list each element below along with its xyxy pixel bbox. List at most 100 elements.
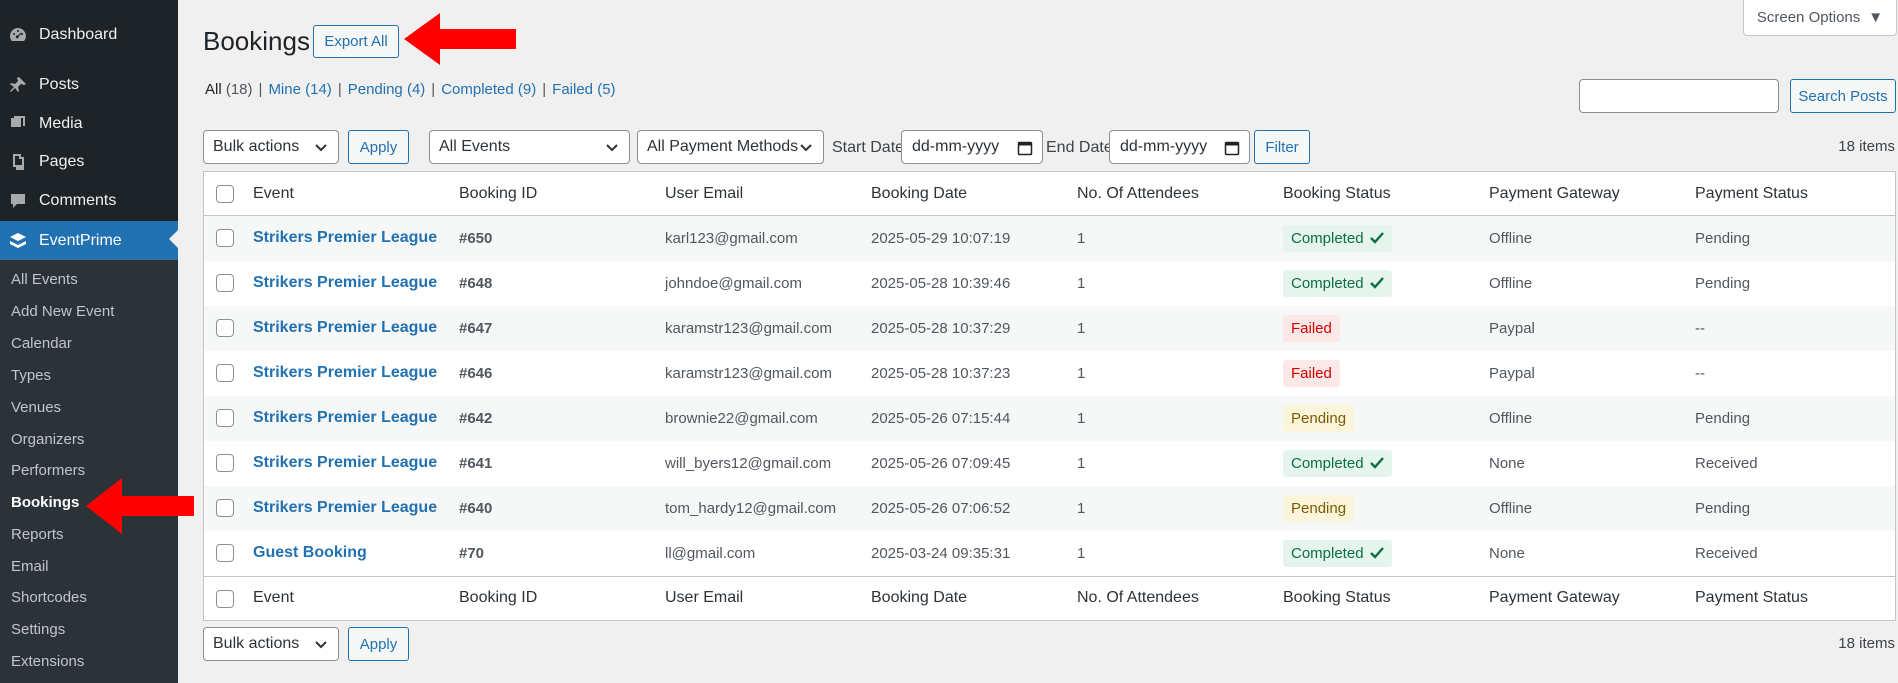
date-placeholder: dd-mm-yyyy: [912, 138, 1000, 155]
row-checkbox[interactable]: [216, 274, 234, 292]
col-user-email[interactable]: User Email: [665, 577, 743, 619]
view-all[interactable]: All (18): [205, 81, 253, 98]
col-payment-status[interactable]: Payment Status: [1695, 577, 1808, 619]
attendees: 1: [1077, 409, 1086, 427]
submenu-extensions[interactable]: Extensions: [11, 651, 84, 673]
menu-item-dashboard[interactable]: Dashboard: [0, 17, 178, 53]
user-email: karl123@gmail.com: [665, 229, 798, 247]
event-link[interactable]: Strikers Premier League: [253, 319, 437, 337]
search-posts-button[interactable]: Search Posts: [1790, 79, 1896, 113]
select-value: All Payment Methods: [647, 138, 799, 155]
menu-item-comments[interactable]: Comments: [0, 183, 178, 219]
select-all-checkbox[interactable]: [216, 590, 234, 608]
col-payment-status[interactable]: Payment Status: [1695, 172, 1808, 215]
row-checkbox[interactable]: [216, 409, 234, 427]
table-row: Guest Booking #70 ll@gmail.com 2025-03-2…: [204, 531, 1895, 576]
event-link[interactable]: Strikers Premier League: [253, 274, 437, 292]
menu-item-eventprime[interactable]: EventPrime: [0, 221, 178, 260]
submenu-venues[interactable]: Venues: [11, 397, 61, 419]
event-link[interactable]: Strikers Premier League: [253, 229, 437, 247]
col-booking-date[interactable]: Booking Date: [871, 577, 967, 619]
user-email: karamstr123@gmail.com: [665, 319, 832, 337]
menu-label: Comments: [39, 192, 117, 209]
col-payment-gateway[interactable]: Payment Gateway: [1489, 172, 1620, 215]
status-badge: Completed: [1283, 539, 1392, 567]
search-input[interactable]: [1579, 79, 1779, 113]
submenu-types[interactable]: Types: [11, 365, 51, 387]
menu-item-posts[interactable]: Posts: [0, 67, 178, 103]
submenu-bookings[interactable]: Bookings: [11, 492, 79, 514]
eventprime-submenu: All Events Add New Event Calendar Types …: [0, 260, 178, 683]
event-link[interactable]: Strikers Premier League: [253, 454, 437, 472]
event-link[interactable]: Guest Booking: [253, 544, 367, 562]
menu-item-media[interactable]: Media: [0, 106, 178, 142]
submenu-calendar[interactable]: Calendar: [11, 333, 72, 355]
col-event[interactable]: Event: [253, 577, 294, 619]
bulk-actions-select[interactable]: Bulk actions: [203, 130, 339, 164]
submenu-settings[interactable]: Settings: [11, 619, 65, 641]
col-booking-id[interactable]: Booking ID: [459, 577, 537, 619]
row-checkbox[interactable]: [216, 454, 234, 472]
menu-label: Pages: [39, 153, 85, 170]
row-checkbox[interactable]: [216, 499, 234, 517]
events-select[interactable]: All Events: [429, 130, 630, 164]
submenu-email[interactable]: Email: [11, 556, 49, 578]
screen-options-button[interactable]: Screen Options ▼: [1743, 0, 1897, 36]
table-header: Event Booking ID User Email Booking Date…: [204, 172, 1895, 216]
event-link[interactable]: Strikers Premier League: [253, 409, 437, 427]
user-email: ll@gmail.com: [665, 544, 756, 562]
status-badge: Failed: [1283, 314, 1340, 342]
end-date-input[interactable]: dd-mm-yyyy: [1109, 130, 1250, 164]
bulk-actions-select-bottom[interactable]: Bulk actions: [203, 627, 339, 661]
col-booking-id[interactable]: Booking ID: [459, 172, 537, 215]
col-payment-gateway[interactable]: Payment Gateway: [1489, 577, 1620, 619]
submenu-reports[interactable]: Reports: [11, 524, 64, 546]
col-booking-status[interactable]: Booking Status: [1283, 172, 1391, 215]
col-event[interactable]: Event: [253, 172, 294, 215]
menu-item-pages[interactable]: Pages: [0, 144, 178, 180]
payment-gateway: Offline: [1489, 274, 1533, 292]
submenu-organizers[interactable]: Organizers: [11, 429, 84, 451]
view-pending[interactable]: Pending (4): [348, 81, 426, 98]
payment-status: Pending: [1695, 499, 1751, 517]
menu-label: Dashboard: [39, 26, 118, 43]
booking-id: #646: [459, 364, 493, 382]
export-all-button[interactable]: Export All: [313, 25, 399, 58]
bookings-table: Event Booking ID User Email Booking Date…: [203, 171, 1896, 621]
attendees: 1: [1077, 544, 1086, 562]
submenu-shortcodes[interactable]: Shortcodes: [11, 587, 87, 609]
submenu-all-events[interactable]: All Events: [11, 269, 78, 291]
submenu-add-new-event[interactable]: Add New Event: [11, 301, 114, 323]
row-checkbox[interactable]: [216, 229, 234, 247]
view-mine[interactable]: Mine (14): [268, 81, 331, 98]
select-all-checkbox[interactable]: [216, 185, 234, 203]
apply-button[interactable]: Apply: [348, 130, 409, 164]
end-date-label: End Date: [1046, 139, 1113, 156]
col-booking-date[interactable]: Booking Date: [871, 172, 967, 215]
event-link[interactable]: Strikers Premier League: [253, 364, 437, 382]
row-checkbox[interactable]: [216, 364, 234, 382]
view-completed[interactable]: Completed (9): [441, 81, 536, 98]
apply-button-bottom[interactable]: Apply: [348, 627, 409, 661]
payment-methods-select[interactable]: All Payment Methods: [637, 130, 824, 164]
col-attendees[interactable]: No. Of Attendees: [1077, 577, 1199, 619]
col-attendees[interactable]: No. Of Attendees: [1077, 172, 1199, 215]
booking-date: 2025-05-28 10:37:23: [871, 364, 1011, 382]
event-link[interactable]: Strikers Premier League: [253, 499, 437, 517]
payment-gateway: Paypal: [1489, 364, 1535, 382]
row-checkbox[interactable]: [216, 319, 234, 337]
payment-gateway: Offline: [1489, 229, 1533, 247]
filter-button[interactable]: Filter: [1254, 130, 1310, 164]
payment-gateway: Paypal: [1489, 319, 1535, 337]
booking-id: #642: [459, 409, 493, 427]
start-date-input[interactable]: dd-mm-yyyy: [901, 130, 1043, 164]
view-failed[interactable]: Failed (5): [552, 81, 615, 98]
comment-icon: [8, 191, 28, 211]
booking-date: 2025-05-26 07:15:44: [871, 409, 1011, 427]
col-booking-status[interactable]: Booking Status: [1283, 577, 1391, 619]
submenu-performers[interactable]: Performers: [11, 460, 85, 482]
col-user-email[interactable]: User Email: [665, 172, 743, 215]
booking-id: #641: [459, 454, 493, 472]
row-checkbox[interactable]: [216, 544, 234, 562]
status-badge: Pending: [1283, 404, 1355, 432]
